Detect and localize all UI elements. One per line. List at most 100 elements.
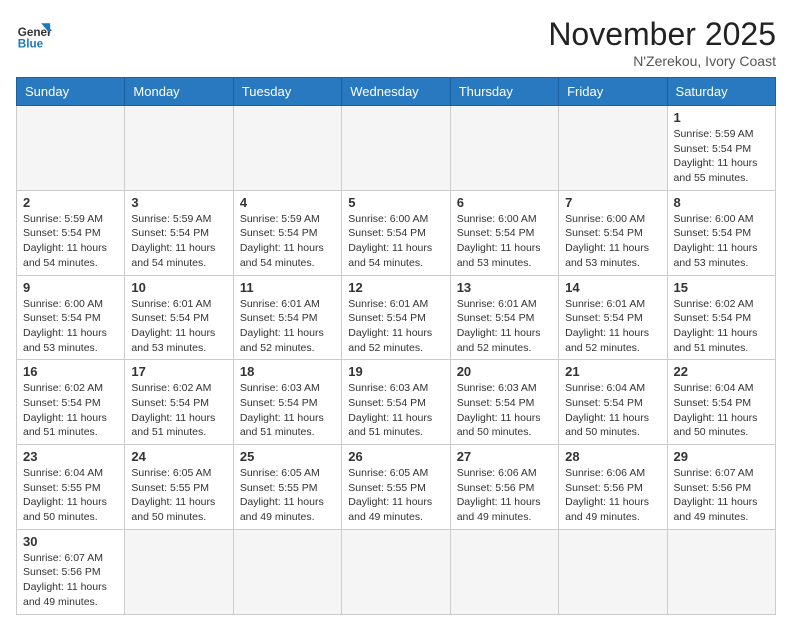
weekday-header-saturday: Saturday bbox=[667, 78, 775, 106]
day-number: 18 bbox=[240, 364, 335, 379]
calendar-table: SundayMondayTuesdayWednesdayThursdayFrid… bbox=[16, 77, 776, 615]
day-number: 30 bbox=[23, 534, 118, 549]
day-number: 13 bbox=[457, 280, 552, 295]
day-number: 5 bbox=[348, 195, 443, 210]
month-title: November 2025 bbox=[548, 16, 776, 53]
location: N'Zerekou, Ivory Coast bbox=[548, 53, 776, 69]
day-info: Sunrise: 6:03 AMSunset: 5:54 PMDaylight:… bbox=[348, 381, 443, 440]
calendar-cell: 19 Sunrise: 6:03 AMSunset: 5:54 PMDayligh… bbox=[342, 360, 450, 445]
day-info: Sunrise: 6:00 AMSunset: 5:54 PMDaylight:… bbox=[565, 212, 660, 271]
day-number: 1 bbox=[674, 110, 769, 125]
day-number: 7 bbox=[565, 195, 660, 210]
weekday-header-thursday: Thursday bbox=[450, 78, 558, 106]
calendar-cell: 1 Sunrise: 5:59 AMSunset: 5:54 PMDaylight… bbox=[667, 106, 775, 191]
calendar-cell bbox=[342, 106, 450, 191]
calendar-cell: 9Sunrise: 6:00 AMSunset: 5:54 PMDaylight… bbox=[17, 275, 125, 360]
calendar-cell bbox=[559, 529, 667, 614]
calendar-cell: 18Sunrise: 6:03 AMSunset: 5:54 PMDayligh… bbox=[233, 360, 341, 445]
logo: General Blue bbox=[16, 16, 52, 52]
calendar-cell: 23 Sunrise: 6:04 AMSunset: 5:55 PMDayligh… bbox=[17, 445, 125, 530]
day-info: Sunrise: 6:04 AMSunset: 5:54 PMDaylight:… bbox=[674, 381, 769, 440]
week-row-1: 1 Sunrise: 5:59 AMSunset: 5:54 PMDaylight… bbox=[17, 106, 776, 191]
day-info: Sunrise: 6:04 AMSunset: 5:54 PMDaylight:… bbox=[565, 381, 660, 440]
calendar-cell: 22 Sunrise: 6:04 AMSunset: 5:54 PMDayligh… bbox=[667, 360, 775, 445]
day-number: 9 bbox=[23, 280, 118, 295]
day-info: Sunrise: 6:00 AMSunset: 5:54 PMDaylight:… bbox=[457, 212, 552, 271]
day-number: 20 bbox=[457, 364, 552, 379]
day-info: Sunrise: 6:02 AMSunset: 5:54 PMDaylight:… bbox=[674, 297, 769, 356]
day-info: Sunrise: 6:06 AMSunset: 5:56 PMDaylight:… bbox=[565, 466, 660, 525]
day-info: Sunrise: 5:59 AMSunset: 5:54 PMDaylight:… bbox=[674, 127, 769, 186]
day-info: Sunrise: 6:05 AMSunset: 5:55 PMDaylight:… bbox=[240, 466, 335, 525]
day-number: 14 bbox=[565, 280, 660, 295]
day-info: Sunrise: 6:05 AMSunset: 5:55 PMDaylight:… bbox=[348, 466, 443, 525]
day-number: 24 bbox=[131, 449, 226, 464]
day-number: 15 bbox=[674, 280, 769, 295]
weekday-header-friday: Friday bbox=[559, 78, 667, 106]
week-row-2: 2 Sunrise: 5:59 AMSunset: 5:54 PMDaylight… bbox=[17, 190, 776, 275]
calendar-cell: 8 Sunrise: 6:00 AMSunset: 5:54 PMDaylight… bbox=[667, 190, 775, 275]
weekday-header-tuesday: Tuesday bbox=[233, 78, 341, 106]
day-number: 22 bbox=[674, 364, 769, 379]
weekday-header-sunday: Sunday bbox=[17, 78, 125, 106]
day-number: 25 bbox=[240, 449, 335, 464]
day-info: Sunrise: 5:59 AMSunset: 5:54 PMDaylight:… bbox=[240, 212, 335, 271]
calendar-cell: 30 Sunrise: 6:07 AMSunset: 5:56 PMDayligh… bbox=[17, 529, 125, 614]
calendar-cell: 4Sunrise: 5:59 AMSunset: 5:54 PMDaylight… bbox=[233, 190, 341, 275]
calendar-cell: 7 Sunrise: 6:00 AMSunset: 5:54 PMDaylight… bbox=[559, 190, 667, 275]
calendar-cell: 17Sunrise: 6:02 AMSunset: 5:54 PMDayligh… bbox=[125, 360, 233, 445]
day-number: 29 bbox=[674, 449, 769, 464]
weekday-header-row: SundayMondayTuesdayWednesdayThursdayFrid… bbox=[17, 78, 776, 106]
calendar-cell bbox=[125, 529, 233, 614]
calendar-cell bbox=[233, 529, 341, 614]
day-number: 8 bbox=[674, 195, 769, 210]
day-number: 16 bbox=[23, 364, 118, 379]
calendar-cell: 28Sunrise: 6:06 AMSunset: 5:56 PMDayligh… bbox=[559, 445, 667, 530]
calendar-cell: 21 Sunrise: 6:04 AMSunset: 5:54 PMDayligh… bbox=[559, 360, 667, 445]
calendar-cell: 5 Sunrise: 6:00 AMSunset: 5:54 PMDaylight… bbox=[342, 190, 450, 275]
day-info: Sunrise: 5:59 AMSunset: 5:54 PMDaylight:… bbox=[23, 212, 118, 271]
calendar-cell: 3Sunrise: 5:59 AMSunset: 5:54 PMDaylight… bbox=[125, 190, 233, 275]
calendar-cell: 29Sunrise: 6:07 AMSunset: 5:56 PMDayligh… bbox=[667, 445, 775, 530]
day-info: Sunrise: 6:01 AMSunset: 5:54 PMDaylight:… bbox=[348, 297, 443, 356]
calendar-cell bbox=[667, 529, 775, 614]
calendar-cell: 10 Sunrise: 6:01 AMSunset: 5:54 PMDayligh… bbox=[125, 275, 233, 360]
calendar-cell bbox=[342, 529, 450, 614]
week-row-6: 30 Sunrise: 6:07 AMSunset: 5:56 PMDayligh… bbox=[17, 529, 776, 614]
svg-text:Blue: Blue bbox=[18, 38, 44, 51]
week-row-4: 16 Sunrise: 6:02 AMSunset: 5:54 PMDayligh… bbox=[17, 360, 776, 445]
day-info: Sunrise: 6:01 AMSunset: 5:54 PMDaylight:… bbox=[565, 297, 660, 356]
week-row-5: 23 Sunrise: 6:04 AMSunset: 5:55 PMDayligh… bbox=[17, 445, 776, 530]
logo-icon: General Blue bbox=[16, 16, 52, 52]
calendar-cell bbox=[450, 106, 558, 191]
day-info: Sunrise: 6:00 AMSunset: 5:54 PMDaylight:… bbox=[674, 212, 769, 271]
day-number: 21 bbox=[565, 364, 660, 379]
day-number: 26 bbox=[348, 449, 443, 464]
day-number: 19 bbox=[348, 364, 443, 379]
day-number: 10 bbox=[131, 280, 226, 295]
calendar-cell: 12Sunrise: 6:01 AMSunset: 5:54 PMDayligh… bbox=[342, 275, 450, 360]
day-info: Sunrise: 6:01 AMSunset: 5:54 PMDaylight:… bbox=[131, 297, 226, 356]
calendar-cell: 14 Sunrise: 6:01 AMSunset: 5:54 PMDayligh… bbox=[559, 275, 667, 360]
day-info: Sunrise: 6:00 AMSunset: 5:54 PMDaylight:… bbox=[348, 212, 443, 271]
day-info: Sunrise: 6:07 AMSunset: 5:56 PMDaylight:… bbox=[23, 551, 118, 610]
week-row-3: 9Sunrise: 6:00 AMSunset: 5:54 PMDaylight… bbox=[17, 275, 776, 360]
day-number: 27 bbox=[457, 449, 552, 464]
calendar-cell bbox=[559, 106, 667, 191]
title-block: November 2025 N'Zerekou, Ivory Coast bbox=[548, 16, 776, 69]
calendar-cell bbox=[233, 106, 341, 191]
day-number: 11 bbox=[240, 280, 335, 295]
day-number: 6 bbox=[457, 195, 552, 210]
day-info: Sunrise: 6:02 AMSunset: 5:54 PMDaylight:… bbox=[131, 381, 226, 440]
day-number: 2 bbox=[23, 195, 118, 210]
day-info: Sunrise: 6:04 AMSunset: 5:55 PMDaylight:… bbox=[23, 466, 118, 525]
calendar-cell bbox=[450, 529, 558, 614]
calendar-cell: 25 Sunrise: 6:05 AMSunset: 5:55 PMDayligh… bbox=[233, 445, 341, 530]
calendar-cell: 24Sunrise: 6:05 AMSunset: 5:55 PMDayligh… bbox=[125, 445, 233, 530]
day-info: Sunrise: 6:02 AMSunset: 5:54 PMDaylight:… bbox=[23, 381, 118, 440]
day-info: Sunrise: 6:06 AMSunset: 5:56 PMDaylight:… bbox=[457, 466, 552, 525]
calendar-cell: 15 Sunrise: 6:02 AMSunset: 5:54 PMDayligh… bbox=[667, 275, 775, 360]
day-number: 23 bbox=[23, 449, 118, 464]
calendar-cell: 20Sunrise: 6:03 AMSunset: 5:54 PMDayligh… bbox=[450, 360, 558, 445]
calendar-cell: 26 Sunrise: 6:05 AMSunset: 5:55 PMDayligh… bbox=[342, 445, 450, 530]
